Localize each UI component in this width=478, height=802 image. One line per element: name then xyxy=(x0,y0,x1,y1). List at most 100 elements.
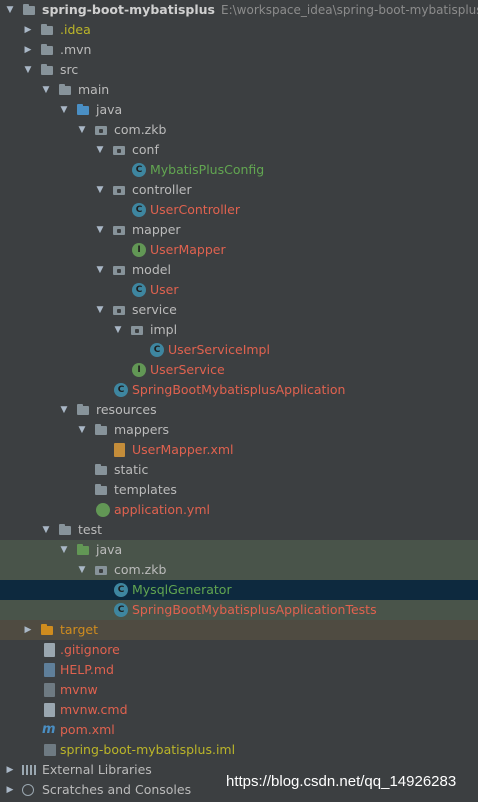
chevron-right-icon[interactable]: ▶ xyxy=(4,780,16,800)
tree-row-java[interactable]: ▼ java xyxy=(0,100,478,120)
chevron-down-icon[interactable]: ▼ xyxy=(112,320,124,340)
tree-row-target[interactable]: ▶ target xyxy=(0,620,478,640)
spring-boot-class-icon: C xyxy=(114,383,128,397)
tree-row-test-package[interactable]: ▼ com.zkb xyxy=(0,560,478,580)
tree-row-impl[interactable]: ▼ impl xyxy=(0,320,478,340)
chevron-down-icon[interactable]: ▼ xyxy=(58,400,70,420)
tree-label: mvnw.cmd xyxy=(60,702,128,717)
tree-row-templates[interactable]: templates xyxy=(0,480,478,500)
tree-label: UserController xyxy=(150,202,240,217)
tree-label: .mvn xyxy=(60,42,92,57)
tree-row-mapper[interactable]: ▼ mapper xyxy=(0,220,478,240)
folder-icon xyxy=(40,63,54,77)
chevron-down-icon[interactable]: ▼ xyxy=(76,120,88,140)
package-icon xyxy=(112,303,126,317)
project-name: spring-boot-mybatisplus xyxy=(42,2,215,17)
tree-label: .idea xyxy=(60,22,91,37)
tree-row-conf[interactable]: ▼ conf xyxy=(0,140,478,160)
source-folder-icon xyxy=(76,103,90,117)
tree-row-file[interactable]: UserMapper.xml xyxy=(0,440,478,460)
tree-row-model[interactable]: ▼ model xyxy=(0,260,478,280)
resources-folder-icon xyxy=(76,403,90,417)
tree-label: service xyxy=(132,302,177,317)
tree-row-resources[interactable]: ▼ resources xyxy=(0,400,478,420)
tree-row-mvn[interactable]: ▶ .mvn xyxy=(0,40,478,60)
tree-label: HELP.md xyxy=(60,662,114,677)
interface-icon: I xyxy=(132,243,146,257)
tree-row-main[interactable]: ▼ main xyxy=(0,80,478,100)
folder-icon xyxy=(40,43,54,57)
chevron-right-icon[interactable]: ▶ xyxy=(22,20,34,40)
tree-row-package[interactable]: ▼ com.zkb xyxy=(0,120,478,140)
chevron-down-icon[interactable]: ▼ xyxy=(22,60,34,80)
text-file-icon xyxy=(44,643,55,657)
folder-icon xyxy=(58,83,72,97)
tree-row-file[interactable]: application.yml xyxy=(0,500,478,520)
tree-label: test xyxy=(78,522,103,537)
chevron-right-icon[interactable]: ▶ xyxy=(4,760,16,780)
tree-label: java xyxy=(96,102,123,117)
chevron-down-icon[interactable]: ▼ xyxy=(58,100,70,120)
chevron-down-icon[interactable]: ▼ xyxy=(40,80,52,100)
tree-row-project[interactable]: ▼ spring-boot-mybatisplus E:\workspace_id… xyxy=(0,0,478,20)
chevron-down-icon[interactable]: ▼ xyxy=(58,540,70,560)
folder-icon xyxy=(40,23,54,37)
tree-row-file[interactable]: C UserServiceImpl xyxy=(0,340,478,360)
package-icon xyxy=(94,563,108,577)
tree-row-file[interactable]: I UserService xyxy=(0,360,478,380)
module-folder-icon xyxy=(22,3,36,17)
tree-row-file[interactable]: HELP.md xyxy=(0,660,478,680)
chevron-down-icon[interactable]: ▼ xyxy=(94,220,106,240)
chevron-down-icon[interactable]: ▼ xyxy=(94,180,106,200)
tree-label: SpringBootMybatisplusApplicationTests xyxy=(132,602,377,617)
tree-label: target xyxy=(60,622,99,637)
tree-row-file[interactable]: spring-boot-mybatisplus.iml xyxy=(0,740,478,760)
tree-row-file[interactable]: I UserMapper xyxy=(0,240,478,260)
shell-file-icon xyxy=(44,683,55,697)
chevron-right-icon[interactable]: ▶ xyxy=(22,620,34,640)
tree-label: UserMapper xyxy=(150,242,226,257)
chevron-down-icon[interactable]: ▼ xyxy=(94,140,106,160)
tree-row-idea[interactable]: ▶ .idea xyxy=(0,20,478,40)
chevron-down-icon[interactable]: ▼ xyxy=(76,420,88,440)
chevron-down-icon[interactable]: ▼ xyxy=(76,560,88,580)
chevron-down-icon[interactable]: ▼ xyxy=(40,520,52,540)
chevron-down-icon[interactable]: ▼ xyxy=(94,300,106,320)
tree-label: mappers xyxy=(114,422,170,437)
tree-row-file[interactable]: mvnw.cmd xyxy=(0,700,478,720)
tree-row-file[interactable]: C SpringBootMybatisplusApplicationTests xyxy=(0,600,478,620)
chevron-down-icon[interactable]: ▼ xyxy=(94,260,106,280)
tree-row-mappers[interactable]: ▼ mappers xyxy=(0,420,478,440)
tree-row-test-java[interactable]: ▼ java xyxy=(0,540,478,560)
folder-icon xyxy=(94,483,108,497)
tree-row-service[interactable]: ▼ service xyxy=(0,300,478,320)
text-file-icon xyxy=(44,703,55,717)
tree-row-file[interactable]: m pom.xml xyxy=(0,720,478,740)
chevron-down-icon[interactable]: ▼ xyxy=(4,0,16,20)
class-icon: C xyxy=(132,163,146,177)
runnable-class-icon: C xyxy=(114,603,128,617)
tree-label: Scratches and Consoles xyxy=(42,782,192,797)
tree-row-file[interactable]: C MybatisPlusConfig xyxy=(0,160,478,180)
tree-row-src[interactable]: ▼ src xyxy=(0,60,478,80)
tree-label: resources xyxy=(96,402,157,417)
tree-row-file-selected[interactable]: C MysqlGenerator xyxy=(0,580,478,600)
package-icon xyxy=(112,223,126,237)
class-icon: C xyxy=(132,203,146,217)
package-icon xyxy=(112,143,126,157)
package-icon xyxy=(130,323,144,337)
tree-row-file[interactable]: .gitignore xyxy=(0,640,478,660)
tree-label: mapper xyxy=(132,222,181,237)
tree-row-file[interactable]: mvnw xyxy=(0,680,478,700)
folder-icon xyxy=(94,463,108,477)
tree-row-test[interactable]: ▼ test xyxy=(0,520,478,540)
tree-row-file[interactable]: C SpringBootMybatisplusApplication xyxy=(0,380,478,400)
chevron-right-icon[interactable]: ▶ xyxy=(22,40,34,60)
tree-label: com.zkb xyxy=(114,562,167,577)
tree-row-static[interactable]: static xyxy=(0,460,478,480)
tree-row-controller[interactable]: ▼ controller xyxy=(0,180,478,200)
tree-label: conf xyxy=(132,142,159,157)
tree-label: com.zkb xyxy=(114,122,167,137)
tree-row-file[interactable]: C User xyxy=(0,280,478,300)
tree-row-file[interactable]: C UserController xyxy=(0,200,478,220)
